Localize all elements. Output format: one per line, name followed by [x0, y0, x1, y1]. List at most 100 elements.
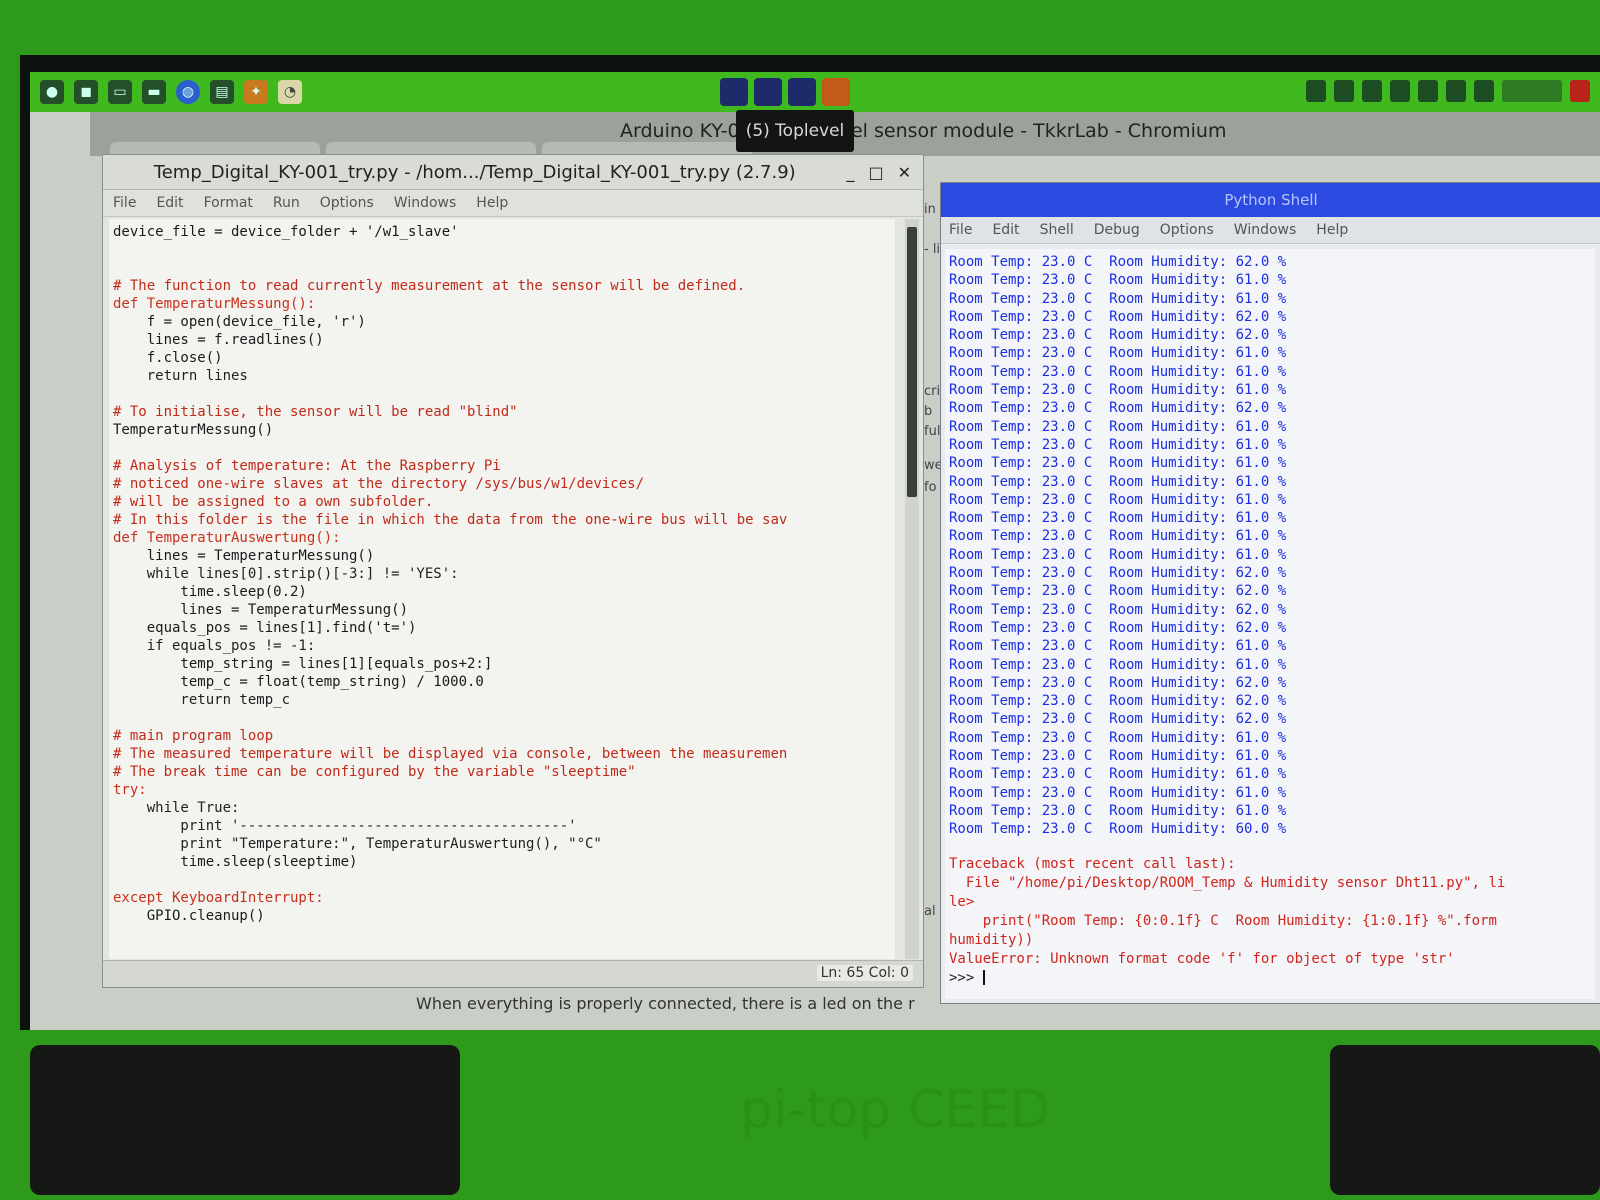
code-line: temp_c = float(temp_string) / 1000.0 — [113, 674, 484, 690]
shell-titlebar[interactable]: Python Shell — [941, 183, 1600, 217]
shell-output-line: Room Temp: 23.0 C Room Humidity: 61.0 % — [949, 436, 1287, 453]
traceback-line: le> — [949, 893, 975, 910]
menu-options[interactable]: Options — [320, 195, 374, 211]
menu-help[interactable]: Help — [476, 195, 508, 211]
shell-output-line: Room Temp: 23.0 C Room Humidity: 61.0 % — [949, 272, 1287, 289]
menu-windows[interactable]: Windows — [394, 195, 457, 211]
fragment-text: al — [924, 904, 936, 919]
browser-icon[interactable]: ◼ — [74, 80, 98, 104]
volume-icon[interactable] — [1474, 80, 1494, 102]
shell-output-line: Room Temp: 23.0 C Room Humidity: 61.0 % — [949, 455, 1287, 472]
app-button[interactable] — [822, 78, 850, 106]
code-line: # The measured temperature will be displ… — [113, 746, 788, 762]
code-line: TemperaturMessung() — [113, 422, 274, 438]
app-button[interactable] — [788, 78, 816, 106]
code-line: print "Temperature:", TemperaturAuswertu… — [113, 836, 602, 852]
menu-edit[interactable]: Edit — [156, 195, 183, 211]
app-button[interactable] — [720, 78, 748, 106]
code-line: return lines — [113, 368, 248, 384]
raspberry-icon[interactable]: ● — [40, 80, 64, 104]
shell-output-line: Room Temp: 23.0 C Room Humidity: 62.0 % — [949, 619, 1287, 636]
terminal-icon[interactable]: ▭ — [108, 80, 132, 104]
tray-icon[interactable] — [1390, 80, 1410, 102]
code-line: device_file = device_folder + '/w1_slave… — [113, 224, 459, 240]
tray-icon[interactable] — [1570, 80, 1590, 102]
menu-shell[interactable]: Shell — [1040, 222, 1074, 238]
shell-output-line: Room Temp: 23.0 C Room Humidity: 62.0 % — [949, 565, 1287, 582]
code-editor[interactable]: device_file = device_folder + '/w1_slave… — [109, 219, 895, 959]
editor-scrollbar[interactable] — [905, 219, 919, 959]
menu-file[interactable]: File — [113, 195, 136, 211]
code-line: temp_string = lines[1][equals_pos+2:] — [113, 656, 493, 672]
fragment-text: cri — [924, 384, 941, 399]
minimize-icon[interactable]: _ — [846, 163, 854, 182]
code-line: lines = TemperaturMessung() — [113, 548, 375, 564]
traceback-line: humidity)) — [949, 931, 1034, 948]
code-line: try: — [113, 782, 147, 798]
code-line: # will be assigned to a own subfolder. — [113, 494, 434, 510]
shell-output-line: Room Temp: 23.0 C Room Humidity: 61.0 % — [949, 510, 1287, 527]
bluetooth-icon[interactable] — [1334, 80, 1354, 102]
close-icon[interactable]: ✕ — [898, 163, 911, 182]
code-line: def TemperaturMessung(): — [113, 296, 316, 312]
folder-icon[interactable]: ▬ — [142, 80, 166, 104]
menu-format[interactable]: Format — [204, 195, 253, 211]
menu-debug[interactable]: Debug — [1094, 222, 1140, 238]
menu-edit[interactable]: Edit — [992, 222, 1019, 238]
desktop-screen: ● ◼ ▭ ▬ ◍ ▤ ✦ ◔ Arduino KY-00 (5) Toplev… — [30, 72, 1600, 1030]
shell-output-line: Room Temp: 23.0 C Room Humidity: 61.0 % — [949, 418, 1287, 435]
browser-title: Arduino KY-00 (5) Toplevel sensor module… — [620, 120, 1227, 142]
code-line: lines = f.readlines() — [113, 332, 324, 348]
shell-output-line: Room Temp: 23.0 C Room Humidity: 61.0 % — [949, 748, 1287, 765]
clock[interactable] — [1502, 80, 1562, 102]
fragment-text: in — [924, 202, 936, 217]
code-line: except KeyboardInterrupt: — [113, 890, 324, 906]
code-line: GPIO.cleanup() — [113, 908, 265, 924]
code-line: while True: — [113, 800, 240, 816]
taskbar-tooltip: (5) Toplevel — [736, 110, 854, 152]
code-line: time.sleep(0.2) — [113, 584, 307, 600]
editor-window: Temp_Digital_KY-001_try.py - /hom.../Tem… — [102, 154, 924, 988]
page-footer-text: When everything is properly connected, t… — [416, 994, 915, 1013]
code-line: return temp_c — [113, 692, 291, 708]
shell-output-line: Room Temp: 23.0 C Room Humidity: 61.0 % — [949, 802, 1287, 819]
menu-file[interactable]: File — [949, 222, 972, 238]
menu-options[interactable]: Options — [1160, 222, 1214, 238]
code-line: equals_pos = lines[1].find('t=') — [113, 620, 417, 636]
code-line: # In this folder is the file in which th… — [113, 512, 788, 528]
scrollbar-thumb[interactable] — [907, 227, 917, 497]
code-line: f = open(device_file, 'r') — [113, 314, 366, 330]
menu-windows[interactable]: Windows — [1234, 222, 1297, 238]
shell-output-line: Room Temp: 23.0 C Room Humidity: 61.0 % — [949, 345, 1287, 362]
shell-output-line: Room Temp: 23.0 C Room Humidity: 61.0 % — [949, 473, 1287, 490]
device-brand-logo: pi-top CEED — [740, 1080, 1051, 1140]
document-icon[interactable]: ▤ — [210, 80, 234, 104]
shell-prompt[interactable]: >>> — [949, 969, 1595, 988]
shell-output-line: Room Temp: 23.0 C Room Humidity: 60.0 % — [949, 821, 1287, 838]
shell-output-line: Room Temp: 23.0 C Room Humidity: 62.0 % — [949, 601, 1287, 618]
globe-icon[interactable]: ◍ — [176, 80, 200, 104]
tray-icon[interactable] — [1418, 80, 1438, 102]
editor-titlebar[interactable]: Temp_Digital_KY-001_try.py - /hom.../Tem… — [103, 155, 923, 190]
wifi-icon[interactable] — [1446, 80, 1466, 102]
shell-output[interactable]: Room Temp: 23.0 C Room Humidity: 62.0 % R… — [945, 249, 1595, 999]
tray-icon[interactable] — [1362, 80, 1382, 102]
menu-help[interactable]: Help — [1316, 222, 1348, 238]
prompt-text: >>> — [949, 969, 983, 986]
code-line: # The break time can be configured by th… — [113, 764, 636, 780]
fragment-text: - li — [924, 242, 941, 257]
python-icon[interactable]: ✦ — [244, 80, 268, 104]
shell-output-line: Room Temp: 23.0 C Room Humidity: 61.0 % — [949, 729, 1287, 746]
shell-output-line: Room Temp: 23.0 C Room Humidity: 62.0 % — [949, 327, 1287, 344]
audio-icon[interactable]: ◔ — [278, 80, 302, 104]
tray-icon[interactable] — [1306, 80, 1326, 102]
app-button[interactable] — [754, 78, 782, 106]
menu-run[interactable]: Run — [273, 195, 300, 211]
maximize-icon[interactable]: □ — [868, 163, 883, 182]
code-line: f.close() — [113, 350, 223, 366]
shell-output-line: Room Temp: 23.0 C Room Humidity: 61.0 % — [949, 363, 1287, 380]
